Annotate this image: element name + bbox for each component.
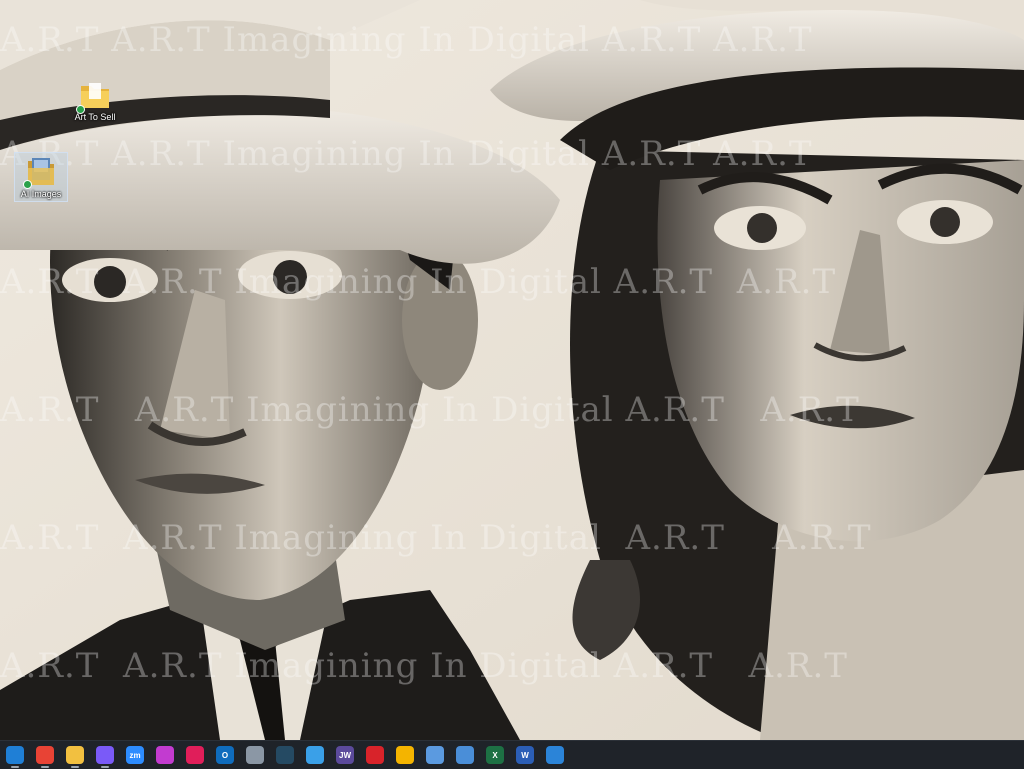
sync-status-icon (23, 180, 32, 189)
taskbar-pinned-apps: zm O JW X W (0, 742, 572, 768)
jw-icon: JW (336, 746, 354, 764)
pinwheel-icon (156, 746, 174, 764)
play-icon (306, 746, 324, 764)
taskbar-play-button[interactable] (302, 742, 328, 768)
taskbar-jw-button[interactable]: JW (332, 742, 358, 768)
photos-icon (456, 746, 474, 764)
outlook-icon: O (216, 746, 234, 764)
excel-icon: X (486, 746, 504, 764)
taskbar-store-button[interactable] (392, 742, 418, 768)
taskbar-paint-button[interactable] (542, 742, 568, 768)
edge-icon (6, 746, 24, 764)
taskbar-explorer-button[interactable] (62, 742, 88, 768)
wallpaper-painting (0, 0, 1024, 740)
taskbar-word-button[interactable]: W (512, 742, 538, 768)
files-icon (246, 746, 264, 764)
taskbar-slack-button[interactable] (182, 742, 208, 768)
taskbar-chat-button[interactable] (422, 742, 448, 768)
taskbar-copilot-button[interactable] (92, 742, 118, 768)
taskbar: zm O JW X W (0, 740, 1024, 769)
taskbar-edge-button[interactable] (2, 742, 28, 768)
pdf-icon (366, 746, 384, 764)
taskbar-acrobat-button[interactable] (362, 742, 388, 768)
taskbar-pinwheel-button[interactable] (152, 742, 178, 768)
taskbar-excel-button[interactable]: X (482, 742, 508, 768)
chat-icon (426, 746, 444, 764)
chrome-icon (36, 746, 54, 764)
taskbar-zoom-button[interactable]: zm (122, 742, 148, 768)
slack-icon (186, 746, 204, 764)
taskbar-terminal-button[interactable] (272, 742, 298, 768)
taskbar-files-button[interactable] (242, 742, 268, 768)
desktop-icon-label: AI Images (20, 189, 62, 199)
desktop-icon-ai-images[interactable]: AI Images (14, 152, 68, 202)
sync-status-icon (76, 105, 85, 114)
desktop-icon-art-to-sell[interactable]: Art To Sell (60, 80, 130, 122)
taskbar-photos-button[interactable] (452, 742, 478, 768)
taskbar-outlook-button[interactable]: O (212, 742, 238, 768)
word-icon: W (516, 746, 534, 764)
terminal-icon (276, 746, 294, 764)
desktop-wallpaper: A.R.T A.R.T Imagining In Digital A.R.T A… (0, 0, 1024, 740)
store-icon (396, 746, 414, 764)
zoom-icon: zm (126, 746, 144, 764)
copilot-icon (96, 746, 114, 764)
taskbar-chrome-button[interactable] (32, 742, 58, 768)
folder-icon (66, 746, 84, 764)
paint-icon (546, 746, 564, 764)
